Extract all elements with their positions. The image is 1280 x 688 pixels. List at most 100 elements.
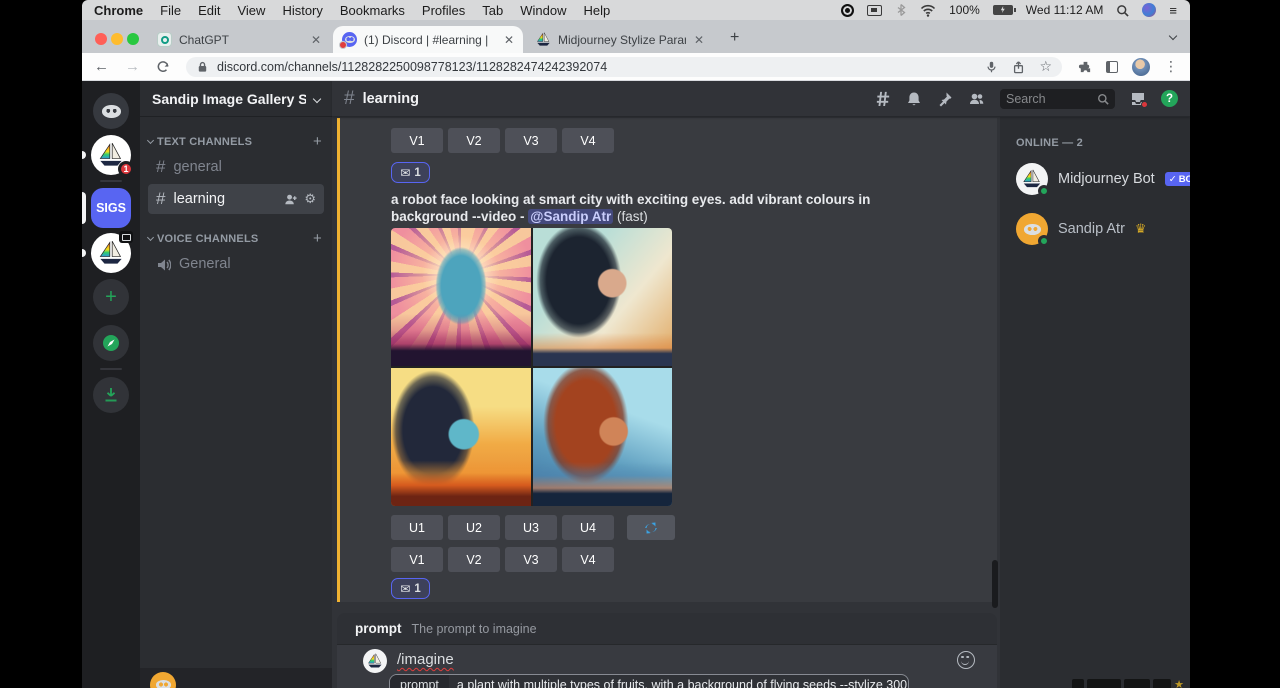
tab-discord[interactable]: (1) Discord | #learning | Sandi ✕ (333, 26, 523, 53)
category-text-channels[interactable]: TEXT CHANNELS + (140, 133, 332, 150)
spotlight-icon[interactable] (1116, 4, 1129, 17)
v3-button[interactable]: V3 (505, 547, 557, 572)
create-channel-button[interactable]: + (313, 230, 322, 247)
envelope-reaction[interactable]: ✉ 1 (391, 578, 430, 599)
menu-tab[interactable]: Tab (482, 3, 503, 18)
threads-icon[interactable] (875, 90, 891, 107)
chat-scrollbar[interactable] (992, 560, 998, 608)
inbox-button[interactable] (1130, 91, 1146, 107)
menu-app[interactable]: Chrome (94, 3, 143, 18)
channel-settings-gear-icon[interactable]: ⚙ (304, 192, 316, 207)
v1-button[interactable]: V1 (391, 547, 443, 572)
wifi-icon[interactable] (920, 3, 936, 17)
bookmark-star-icon[interactable]: ☆ (1039, 58, 1052, 75)
bluetooth-icon[interactable] (895, 3, 907, 17)
mic-search-icon[interactable] (985, 60, 998, 74)
profile-avatar[interactable] (1132, 58, 1150, 76)
menu-view[interactable]: View (237, 3, 265, 18)
imagine-command-text[interactable]: /imagine (397, 651, 454, 668)
server-menu-chevron-icon (313, 94, 321, 102)
tab-close-icon[interactable]: ✕ (311, 33, 321, 47)
u3-button[interactable]: U3 (505, 515, 557, 540)
menu-history[interactable]: History (282, 3, 322, 18)
voice-channel-general[interactable]: General (148, 249, 324, 279)
reload-button[interactable] (156, 60, 170, 74)
control-center-icon[interactable]: ≡ (1169, 3, 1178, 18)
grid-image-4[interactable] (533, 368, 673, 506)
add-server-button[interactable]: + (93, 279, 129, 315)
window-zoom-button[interactable] (127, 33, 139, 45)
tab-close-icon[interactable]: ✕ (504, 33, 514, 47)
screen-record-icon[interactable] (841, 4, 854, 17)
menubar-clock[interactable]: Wed 11:12 AM (1026, 3, 1104, 17)
help-button[interactable]: ? (1161, 90, 1178, 107)
search-input[interactable]: Search (1000, 89, 1115, 109)
menu-bookmarks[interactable]: Bookmarks (340, 3, 405, 18)
server-sailboat-2[interactable] (91, 233, 131, 273)
menu-profiles[interactable]: Profiles (422, 3, 465, 18)
menu-file[interactable]: File (160, 3, 181, 18)
member-sandip[interactable]: Sandip Atr ♛ (1008, 209, 1182, 249)
browser-menu-icon[interactable]: ⋮ (1164, 58, 1178, 75)
menu-help[interactable]: Help (584, 3, 611, 18)
screen-mirroring-icon[interactable] (867, 5, 882, 16)
midjourney-image-grid[interactable] (391, 228, 672, 506)
envelope-reaction[interactable]: ✉ 1 (391, 162, 430, 183)
hash-icon: # (156, 157, 165, 177)
tab-close-icon[interactable]: ✕ (694, 33, 704, 47)
category-voice-channels[interactable]: VOICE CHANNELS + (140, 230, 332, 247)
v2-button[interactable]: V2 (448, 128, 500, 153)
v4-button[interactable]: V4 (562, 128, 614, 153)
u2-button[interactable]: U2 (448, 515, 500, 540)
u1-button[interactable]: U1 (391, 515, 443, 540)
window-minimize-button[interactable] (111, 33, 123, 45)
tab-search-chevron-icon[interactable] (1169, 32, 1177, 40)
v4-button[interactable]: V4 (562, 547, 614, 572)
grid-image-2[interactable] (533, 228, 673, 366)
server-sailboat-1[interactable]: 1 (91, 135, 131, 175)
member-midjourney-bot[interactable]: Midjourney Bot ✓ BOT (1008, 159, 1182, 199)
slash-command-hint[interactable]: prompt The prompt to imagine (337, 613, 997, 645)
option-name: prompt (355, 621, 402, 636)
message-input[interactable]: /imagine prompt a plant with multiple ty… (337, 645, 997, 688)
tab-midjourney[interactable]: Midjourney Stylize Parameter ✕ (527, 26, 713, 53)
grid-image-3[interactable] (391, 368, 531, 506)
address-bar[interactable]: discord.com/channels/1128282250098778123… (186, 57, 1062, 77)
create-channel-button[interactable]: + (313, 133, 322, 150)
discord-home-button[interactable] (93, 93, 129, 129)
tab-chatgpt[interactable]: ChatGPT ✕ (148, 26, 330, 53)
prompt-option-field[interactable]: prompt a plant with multiple types of fr… (389, 674, 909, 688)
pinned-messages-icon[interactable] (937, 91, 953, 107)
download-apps-button[interactable] (93, 377, 129, 413)
channel-learning[interactable]: # learning ⚙ (148, 184, 324, 214)
online-group-label: ONLINE — 2 (1016, 137, 1190, 149)
mention-badge: 1 (118, 161, 134, 177)
emoji-picker-icon[interactable] (957, 651, 975, 669)
window-close-button[interactable] (95, 33, 107, 45)
rerun-button[interactable] (627, 515, 675, 540)
explore-servers-button[interactable] (93, 325, 129, 361)
v3-button[interactable]: V3 (505, 128, 557, 153)
side-panel-icon[interactable] (1106, 61, 1118, 73)
menu-window[interactable]: Window (520, 3, 566, 18)
user-mention[interactable]: @Sandip Atr (528, 209, 613, 224)
siri-icon[interactable] (1142, 3, 1156, 17)
u4-button[interactable]: U4 (562, 515, 614, 540)
new-tab-button[interactable]: + (730, 30, 739, 46)
grid-image-1[interactable] (391, 228, 531, 366)
back-button[interactable]: ← (94, 59, 109, 74)
extensions-puzzle-icon[interactable] (1078, 60, 1092, 74)
menu-edit[interactable]: Edit (198, 3, 220, 18)
server-sigs[interactable]: SIGS (91, 188, 131, 228)
forward-button[interactable]: → (125, 59, 140, 74)
server-header[interactable]: Sandip Image Gallery Se... (140, 81, 332, 117)
invite-people-icon[interactable] (283, 192, 298, 207)
v1-button[interactable]: V1 (391, 128, 443, 153)
search-placeholder: Search (1006, 92, 1093, 106)
user-avatar[interactable] (150, 672, 176, 688)
member-list-icon[interactable] (968, 91, 985, 106)
notifications-bell-icon[interactable] (906, 91, 922, 107)
channel-general[interactable]: # general (148, 152, 324, 182)
share-icon[interactable] (1012, 60, 1025, 74)
v2-button[interactable]: V2 (448, 547, 500, 572)
